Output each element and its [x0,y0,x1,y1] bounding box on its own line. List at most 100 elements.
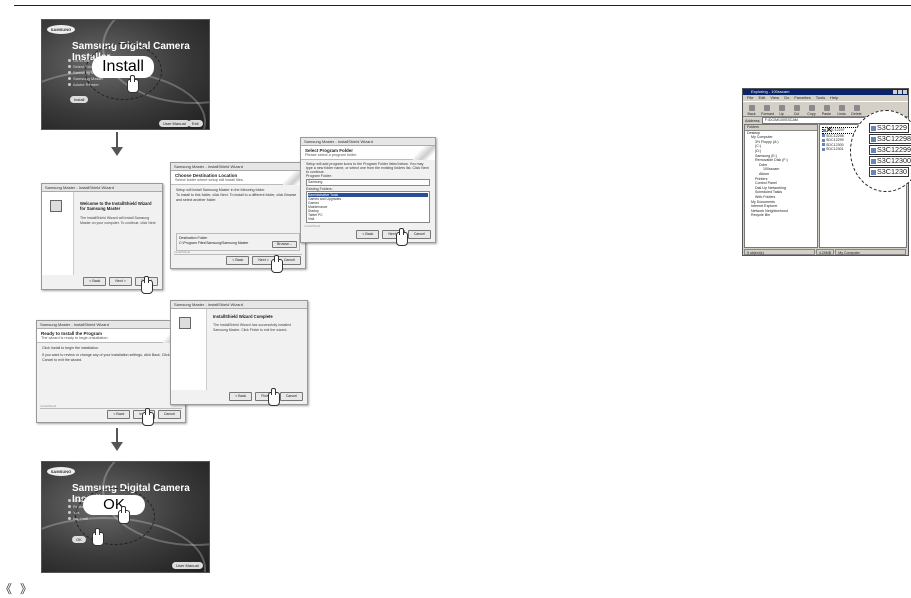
tool-label: Delete [851,112,862,116]
pointer-hand-icon [92,528,104,546]
tool-label: Up [779,112,784,116]
zoomed-file-item: S3C12300 [869,156,911,166]
back-icon [748,105,755,111]
copy-tool[interactable]: Copy [806,105,817,116]
explorer-titlebar: Exploring - 100sscam [743,89,908,95]
delete-icon [853,105,860,111]
pointer-hand-icon [141,276,153,294]
dialog-text: To install to this folder, click Next. T… [176,193,297,202]
pointer-hand-icon [127,75,139,93]
arrow-down-icon [111,442,123,451]
zoomed-file-item: S3C12298 [869,134,911,144]
paste-tool[interactable]: Paste [821,105,832,116]
ok-button[interactable]: OK [72,536,86,543]
close-icon: ✕ [825,125,834,136]
cancel-button[interactable]: Cancel [279,392,303,401]
header-graphic [413,146,435,160]
dialog-text: The InstallShield Wizard will install Sa… [80,216,157,225]
next-button[interactable]: Next > [109,277,132,286]
undo-icon [838,105,845,111]
dialog-text: The InstallShield Wizard has successfull… [213,323,292,332]
tool-label: Back [747,112,756,116]
menu-help[interactable]: Help [830,95,838,101]
menu-view[interactable]: View [770,95,779,101]
menu-file[interactable]: File [747,95,753,101]
status-size: 4.29MB [815,249,835,255]
pointer-hand-icon [396,228,408,246]
user-manual-button[interactable]: User Manual [159,120,190,127]
user-manual-button[interactable]: User Manual [172,562,203,569]
tree-item[interactable]: Recycle Bin [745,213,817,218]
pointer-hand-icon [118,506,130,524]
tool-label: Undo [837,112,846,116]
dialog-heading: Welcome to the InstallShield Wizard for … [80,201,152,211]
close-icon[interactable] [903,90,907,94]
setup-icon [50,200,62,212]
field-label: Program Folder: [306,174,332,178]
pointer-hand-icon [142,408,154,426]
delete-tool[interactable]: Delete [851,105,862,116]
back-button[interactable]: < Back [107,410,131,419]
dialog-titlebar: Samsung Master - InstallShield Wizard [42,184,162,192]
dialog-header: Choose Destination Location Select folde… [171,171,305,185]
tool-label: Copy [807,112,816,116]
install-button[interactable]: Install [70,96,89,103]
ok-zoom-label: OK [83,495,145,515]
back-button[interactable]: < Back [83,277,107,286]
dialog-titlebar: Samsung Master - InstallShield Wizard [37,321,185,329]
arrow-down-icon [116,428,118,442]
zoomed-file-item: S3C12299 [869,145,911,155]
dialog-subheading: The wizard is ready to begin installatio… [41,336,109,340]
cancel-button[interactable]: Cancel [407,230,431,239]
paste-icon [823,105,830,111]
menu-go[interactable]: Go [784,95,789,101]
tool-label: Paste [821,112,832,116]
cancel-button[interactable]: Cancel [157,410,181,419]
dialog-titlebar: Samsung Master - InstallShield Wizard [171,301,307,309]
exit-button[interactable]: Exit [188,120,203,127]
back-button[interactable]: < Back [229,392,253,401]
dialog-header: Select Program Folder Please select a pr… [301,146,435,160]
menu-favorites[interactable]: Favorites [794,95,810,101]
up-tool[interactable]: Up [776,105,787,116]
installshield-footer: InstallShield [304,224,321,228]
dialog-body: Click Install to begin the installation.… [37,343,185,366]
back-button[interactable]: < Back [226,256,250,265]
destination-group: Destination Folder C:\Program Files\Sams… [176,233,300,251]
program-folder-dialog: Samsung Master - InstallShield Wizard Se… [300,137,436,243]
ready-dialog: Samsung Master - InstallShield Wizard Re… [36,320,186,423]
pointer-hand-icon [271,255,283,273]
top-rule [14,5,911,6]
up-folder-icon [778,105,785,111]
menu-tools[interactable]: Tools [816,95,825,101]
maximize-icon[interactable] [898,90,902,94]
dialog-buttons: < Back Next > Cancel [226,256,301,265]
next-page-icon[interactable]: 》 [20,580,32,597]
prev-page-icon[interactable]: 《 [0,580,12,597]
browse-button[interactable]: Browse... [272,241,297,248]
welcome-dialog: Samsung Master - InstallShield Wizard We… [41,183,163,290]
program-folder-input[interactable]: Samsung [306,179,430,186]
setup-icon [179,317,191,329]
complete-dialog: Samsung Master - InstallShield Wizard In… [170,300,308,405]
back-tool[interactable]: Back [746,105,757,116]
dialog-text: Setup will add program icons to the Prog… [306,162,429,174]
dialog-header: Ready to Install the Program The wizard … [37,329,185,343]
menu-edit[interactable]: Edit [758,95,765,101]
status-location: My Computer [835,249,907,255]
dialog-body: Setup will install Samsung Master in the… [171,185,305,206]
minimize-icon[interactable] [893,90,897,94]
dialog-heading: InstallShield Wizard Complete [213,314,273,319]
tool-label: Forward [761,112,775,116]
list-item[interactable]: Visit [308,217,428,221]
cut-tool[interactable]: Cut [791,105,802,116]
page-navigation: 《 》 [0,580,32,597]
folder-path: C:\Program Files\Samsung\Samsung Master [179,241,249,245]
address-label: Address [745,118,760,123]
existing-folders-list[interactable]: Administrative Tools Games and Upgrades … [306,191,430,223]
folder-tree[interactable]: Folders Desktop My Computer 3½ Floppy (A:)… [744,124,818,248]
back-button[interactable]: < Back [356,230,380,239]
status-count: 5 object(s) [744,249,815,255]
undo-tool[interactable]: Undo [836,105,847,116]
forward-tool[interactable]: Forward [761,105,775,116]
